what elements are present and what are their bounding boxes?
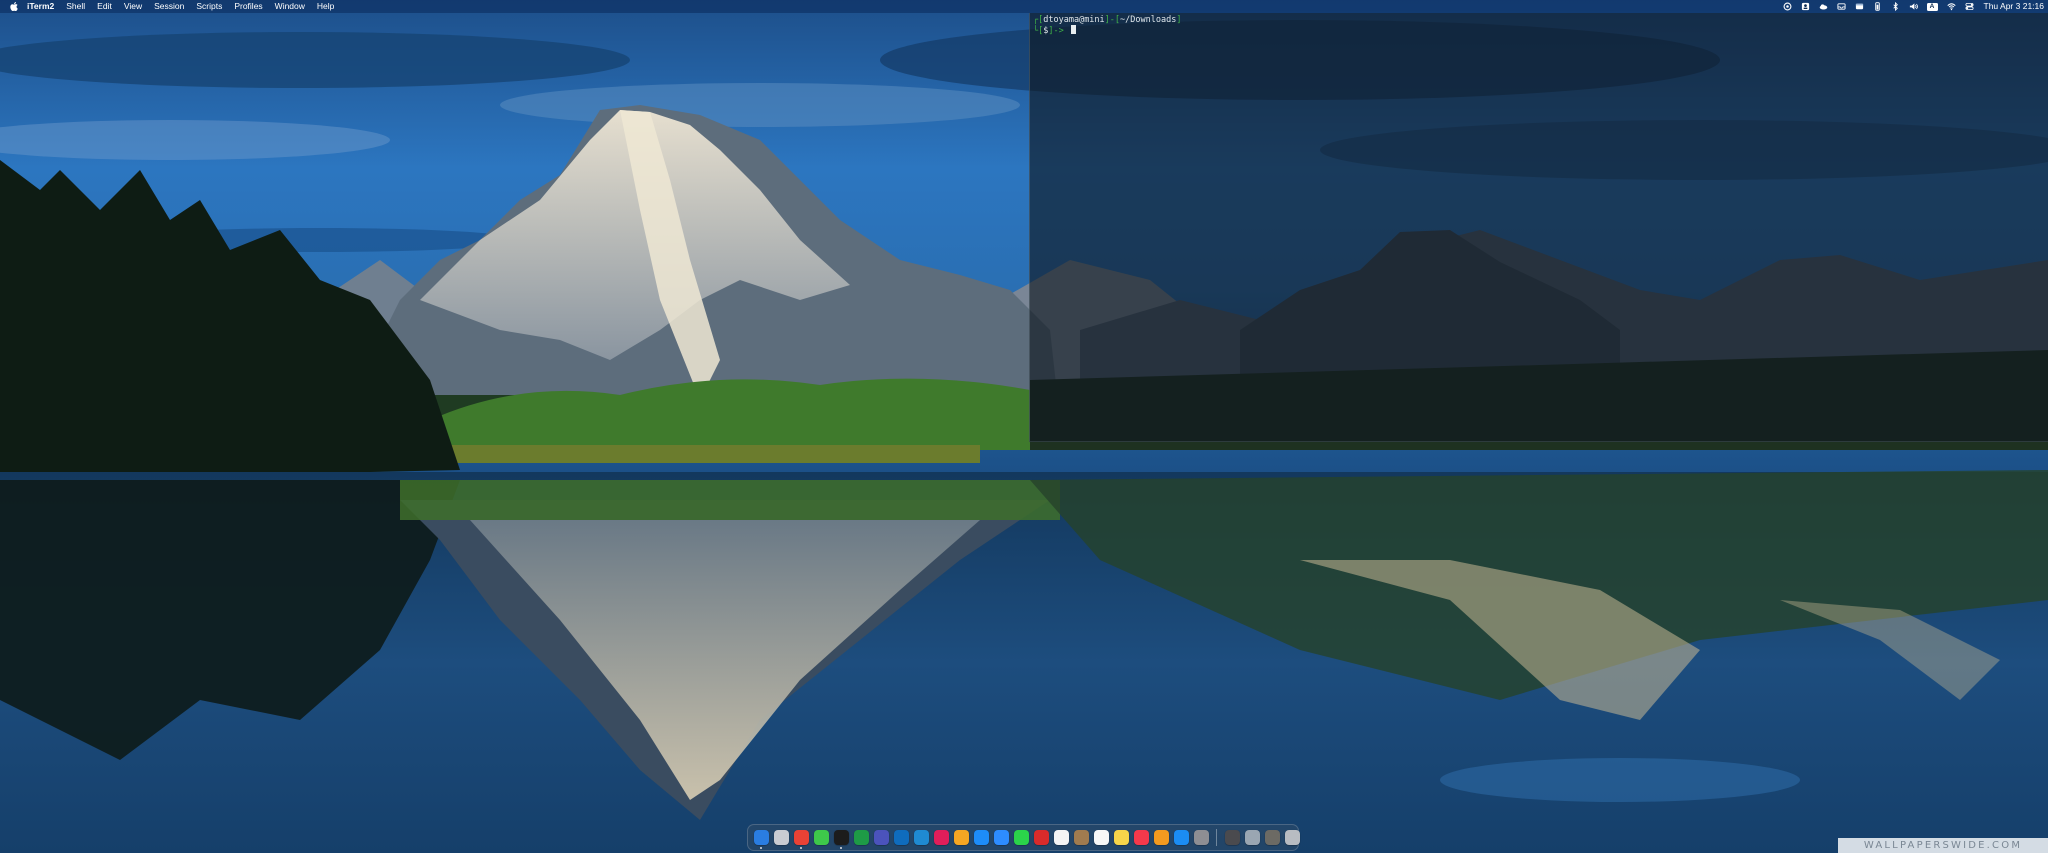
menu-scripts[interactable]: Scripts — [196, 0, 222, 13]
dock-screenshot-icon[interactable] — [1224, 830, 1240, 845]
dock-reminders-icon[interactable] — [1093, 830, 1109, 845]
dock-trash-icon[interactable] — [1284, 830, 1300, 845]
dock-settings-icon[interactable] — [1193, 830, 1209, 845]
menu-bar: iTerm2 Shell Edit View Session Scripts P… — [0, 0, 2048, 13]
battery-icon[interactable] — [1873, 2, 1882, 11]
dock-outlook-icon[interactable] — [893, 830, 909, 845]
menu-app-iterm2[interactable]: iTerm2 — [27, 0, 54, 13]
menu-shell[interactable]: Shell — [66, 0, 85, 13]
menu-edit[interactable]: Edit — [97, 0, 112, 13]
cloud-drive-icon[interactable] — [1819, 2, 1828, 11]
control-center-icon[interactable] — [1964, 2, 1974, 11]
dock-separator — [1216, 829, 1217, 846]
dock-news-icon[interactable] — [1133, 830, 1149, 845]
dock-teams-icon[interactable] — [873, 830, 889, 845]
running-indicator — [759, 846, 762, 849]
dock — [747, 824, 1300, 851]
prompt-user-host: dtoyama@mini — [1043, 15, 1105, 25]
dock-numbers-icon[interactable] — [853, 830, 869, 845]
dock-chrome-icon[interactable] — [793, 830, 809, 849]
dock-downloads-stack-icon[interactable] — [1264, 830, 1280, 845]
status-menu-area: A Thu Apr 3 21:16 — [1774, 0, 2045, 13]
dock-record-icon[interactable] — [1033, 830, 1049, 845]
prompt-line-1: ┌[dtoyama@mini]-[~/Downloads] — [1033, 15, 1181, 25]
dock-app-store-icon[interactable] — [1173, 830, 1189, 845]
menu-profiles[interactable]: Profiles — [234, 0, 262, 13]
dock-launchpad-icon[interactable] — [773, 830, 789, 845]
dock-terminal-icon[interactable] — [833, 830, 849, 849]
input-source-badge[interactable]: A — [1926, 2, 1938, 11]
wallpaper-watermark: WALLPAPERSWIDE.COM — [1838, 838, 2048, 853]
volume-icon[interactable] — [1909, 2, 1918, 11]
dock-messages-icon[interactable] — [813, 830, 829, 845]
dock-vscode-icon[interactable] — [913, 830, 929, 845]
bluetooth-icon[interactable] — [1891, 2, 1900, 11]
wifi-icon[interactable] — [1946, 2, 1956, 11]
dock-photos-icon[interactable] — [953, 830, 969, 845]
menu-help[interactable]: Help — [317, 0, 334, 13]
iterm2-terminal-window[interactable]: ┌[dtoyama@mini]-[~/Downloads] └[$]-> — [1029, 13, 2048, 442]
menubar-clock[interactable]: Thu Apr 3 21:16 — [1984, 0, 2045, 13]
menu-session[interactable]: Session — [154, 0, 184, 13]
bracket-close: ]-[ — [1104, 15, 1121, 25]
bracket-close-2: ] — [1176, 15, 1182, 25]
dock-preview-icon[interactable] — [1244, 830, 1260, 845]
running-indicator — [799, 846, 802, 849]
dock-mail-icon[interactable] — [973, 830, 989, 845]
prompt-arrow: -> — [1053, 26, 1064, 36]
dock-pages-icon[interactable] — [1153, 830, 1169, 845]
dock-facetime-icon[interactable] — [1013, 830, 1029, 845]
text-cursor[interactable] — [1070, 25, 1076, 34]
prompt-line-2[interactable]: └[$]-> — [1033, 25, 1076, 36]
screen-capture-icon[interactable] — [1783, 2, 1792, 11]
menu-window[interactable]: Window — [275, 0, 305, 13]
dock-contacts-icon[interactable] — [1073, 830, 1089, 845]
dock-finder-icon[interactable] — [753, 830, 769, 849]
running-indicator — [839, 846, 842, 849]
dock-calendar-icon[interactable] — [1053, 830, 1069, 845]
window-icon[interactable] — [1855, 2, 1864, 11]
dock-notes-icon[interactable] — [1113, 830, 1129, 845]
dock-zoom-icon[interactable] — [993, 830, 1009, 845]
tray-icon[interactable] — [1836, 2, 1846, 11]
prompt-cwd: ~/Downloads — [1120, 15, 1177, 25]
dock-slack-icon[interactable] — [933, 830, 949, 845]
apple-logo-icon[interactable] — [9, 0, 18, 13]
contacts-icon[interactable] — [1801, 2, 1810, 11]
menu-view[interactable]: View — [124, 0, 142, 13]
